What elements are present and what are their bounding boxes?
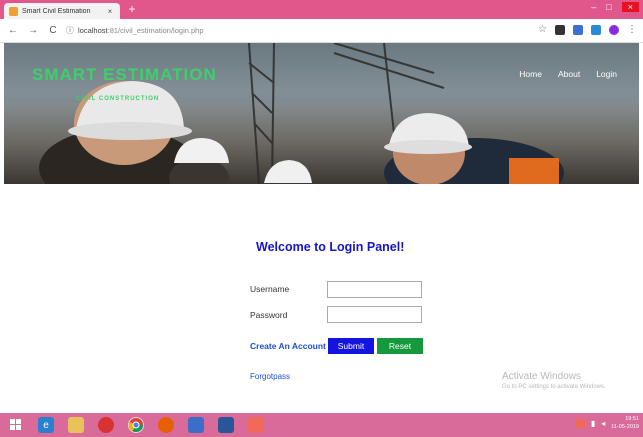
tab-close-icon[interactable]: × (105, 7, 115, 16)
activate-subtitle: Go to PC settings to activate Windows. (502, 384, 606, 390)
password-input[interactable] (327, 306, 422, 323)
windows-start-icon[interactable] (8, 417, 24, 433)
network-icon[interactable]: ▮ (591, 419, 595, 428)
extensions-area: ☆ ⋮ (538, 24, 637, 35)
extension-icon[interactable] (591, 24, 601, 35)
opera-icon[interactable] (98, 417, 114, 433)
password-label: Password (250, 310, 288, 320)
window-controls: – □ × (591, 2, 639, 12)
back-button[interactable]: ← (6, 25, 20, 36)
url-path: :81/civil_estimation/login.php (107, 26, 204, 35)
word-icon[interactable] (218, 417, 234, 433)
submit-button[interactable]: Submit (328, 338, 374, 354)
tab-title: Smart Civil Estimation (22, 7, 91, 15)
media-player-icon[interactable] (188, 417, 204, 433)
login-panel-title: Welcome to Login Panel! (256, 240, 405, 254)
top-navigation: Home About Login (519, 69, 617, 79)
address-bar: ← → C ⓘ localhost:81/civil_estimation/lo… (0, 19, 643, 43)
hero-banner: SMART ESTIMATION CIVIL CONSTRUCTION Home… (4, 43, 639, 184)
maximize-button[interactable]: □ (606, 2, 611, 12)
profile-avatar[interactable] (609, 24, 619, 35)
browser-menu-icon[interactable]: ⋮ (627, 24, 637, 35)
browser-titlebar: Smart Civil Estimation × + – □ × (0, 0, 643, 19)
volume-icon[interactable]: ◂ (601, 419, 605, 428)
create-account-link[interactable]: Create An Account (250, 341, 326, 351)
extension-icon[interactable] (555, 24, 565, 35)
activate-windows-watermark: Activate Windows Go to PC settings to ac… (502, 371, 606, 390)
nav-about-link[interactable]: About (558, 69, 580, 79)
firefox-icon[interactable] (158, 417, 174, 433)
app-icon[interactable] (248, 417, 264, 433)
system-tray: ▮ ◂ 19:51 11-05-2019 (575, 415, 639, 431)
forward-button[interactable]: → (26, 25, 40, 36)
internet-explorer-icon[interactable]: e (38, 417, 54, 433)
chrome-icon[interactable] (128, 417, 144, 433)
username-label: Username (250, 284, 290, 294)
clock-time: 19:51 (625, 416, 639, 422)
windows-taskbar: e ▮ ◂ 19:51 11-05-2019 (0, 413, 643, 437)
forgot-password-link[interactable]: Forgotpass (250, 372, 290, 381)
clock-date: 11-05-2019 (611, 424, 639, 430)
url-field[interactable]: ⓘ localhost:81/civil_estimation/login.ph… (66, 25, 204, 36)
nav-home-link[interactable]: Home (519, 69, 542, 79)
reload-button[interactable]: C (46, 25, 60, 36)
site-tagline: CIVIL CONSTRUCTION (76, 96, 160, 102)
tray-app-icon[interactable] (575, 418, 585, 428)
nav-login-link[interactable]: Login (596, 69, 617, 79)
url-host: localhost (78, 26, 108, 35)
site-brand[interactable]: SMART ESTIMATION (32, 65, 217, 85)
extension-icon[interactable] (573, 24, 583, 35)
new-tab-button[interactable]: + (125, 2, 139, 16)
activate-title: Activate Windows (502, 371, 581, 382)
bookmark-star-icon[interactable]: ☆ (538, 24, 547, 35)
reset-button[interactable]: Reset (377, 338, 423, 354)
browser-tab[interactable]: Smart Civil Estimation × (4, 3, 120, 19)
minimize-button[interactable]: – (591, 2, 596, 12)
site-favicon-icon (9, 6, 18, 16)
file-explorer-icon[interactable] (68, 417, 84, 433)
site-info-icon[interactable]: ⓘ (66, 25, 74, 36)
close-window-button[interactable]: × (621, 2, 639, 12)
username-input[interactable] (327, 281, 422, 298)
taskbar-clock[interactable]: 19:51 11-05-2019 (611, 415, 639, 431)
